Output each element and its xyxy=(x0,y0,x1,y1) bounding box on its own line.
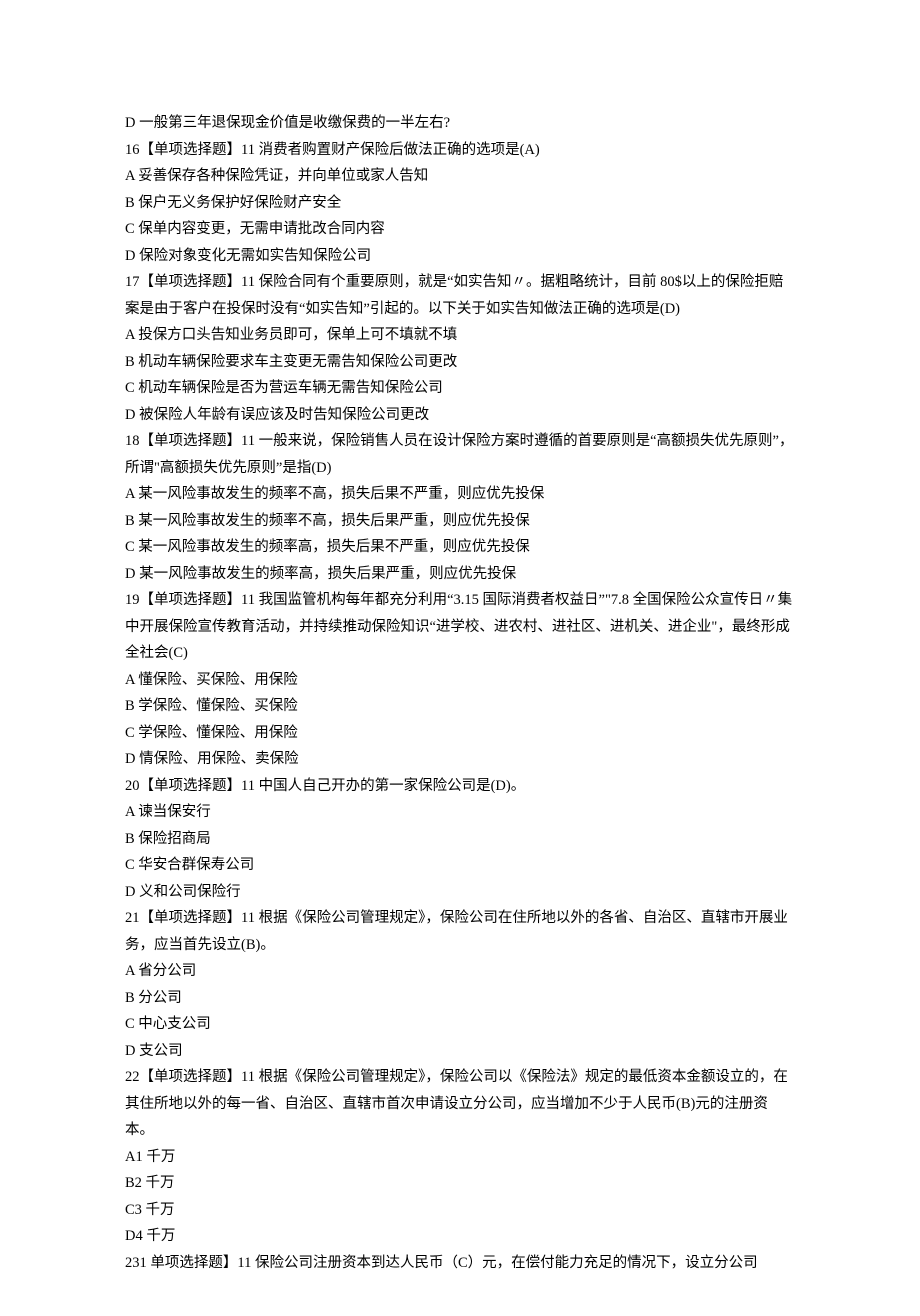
text-line: B 学保险、懂保险、买保险 xyxy=(125,693,795,720)
text-line: A 谏当保安行 xyxy=(125,799,795,826)
text-line: 20【单项选择题】11 中国人自己开办的第一家保险公司是(D)。 xyxy=(125,773,795,800)
text-line: A 投保方口头告知业务员即可，保单上可不填就不填 xyxy=(125,322,795,349)
text-line: 16【单项选择题】11 消费者购置财产保险后做法正确的选项是(A) xyxy=(125,137,795,164)
text-line: 17【单项选择题】11 保险合同有个重要原则，就是“如实告知〃。据粗略统计，目前… xyxy=(125,269,795,322)
text-line: D 某一风险事故发生的频率高，损失后果严重，则应优先投保 xyxy=(125,561,795,588)
text-line: D 义和公司保险行 xyxy=(125,879,795,906)
document-body: D 一般第三年退保现金价值是收缴保费的一半左右?16【单项选择题】11 消费者购… xyxy=(125,110,795,1276)
text-line: D4 千万 xyxy=(125,1223,795,1250)
text-line: C 保单内容变更，无需申请批改合同内容 xyxy=(125,216,795,243)
text-line: B2 千万 xyxy=(125,1170,795,1197)
text-line: A 省分公司 xyxy=(125,958,795,985)
text-line: B 机动车辆保险要求车主变更无需告知保险公司更改 xyxy=(125,349,795,376)
text-line: B 保险招商局 xyxy=(125,826,795,853)
text-line: C 华安合群保寿公司 xyxy=(125,852,795,879)
text-line: B 某一风险事故发生的频率不高，损失后果严重，则应优先投保 xyxy=(125,508,795,535)
text-line: 22【单项选择题】11 根据《保险公司管理规定》，保险公司以《保险法》规定的最低… xyxy=(125,1064,795,1144)
text-line: B 保户无义务保护好保险财产安全 xyxy=(125,190,795,217)
text-line: A 某一风险事故发生的频率不高，损失后果不严重，则应优先投保 xyxy=(125,481,795,508)
text-line: 18【单项选择题】11 一般来说，保险销售人员在设计保险方案时遵循的首要原则是“… xyxy=(125,428,795,481)
text-line: D 保险对象变化无需如实告知保险公司 xyxy=(125,243,795,270)
text-line: B 分公司 xyxy=(125,985,795,1012)
text-line: 19【单项选择题】11 我国监管机构每年都充分利用“3.15 国际消费者权益日”… xyxy=(125,587,795,667)
text-line: C 机动车辆保险是否为营运车辆无需告知保险公司 xyxy=(125,375,795,402)
text-line: C3 千万 xyxy=(125,1197,795,1224)
text-line: 21【单项选择题】11 根据《保险公司管理规定》，保险公司在住所地以外的各省、自… xyxy=(125,905,795,958)
text-line: A 懂保险、买保险、用保险 xyxy=(125,667,795,694)
text-line: D 一般第三年退保现金价值是收缴保费的一半左右? xyxy=(125,110,795,137)
text-line: C 某一风险事故发生的频率高，损失后果不严重，则应优先投保 xyxy=(125,534,795,561)
text-line: D 支公司 xyxy=(125,1038,795,1065)
text-line: D 被保险人年龄有误应该及时告知保险公司更改 xyxy=(125,402,795,429)
text-line: D 情保险、用保险、卖保险 xyxy=(125,746,795,773)
text-line: 231 单项选择题】11 保险公司注册资本到达人民币（C）元，在偿付能力充足的情… xyxy=(125,1250,795,1277)
text-line: C 学保险、懂保险、用保险 xyxy=(125,720,795,747)
text-line: C 中心支公司 xyxy=(125,1011,795,1038)
text-line: A1 千万 xyxy=(125,1144,795,1171)
text-line: A 妥善保存各种保险凭证，并向单位或家人告知 xyxy=(125,163,795,190)
